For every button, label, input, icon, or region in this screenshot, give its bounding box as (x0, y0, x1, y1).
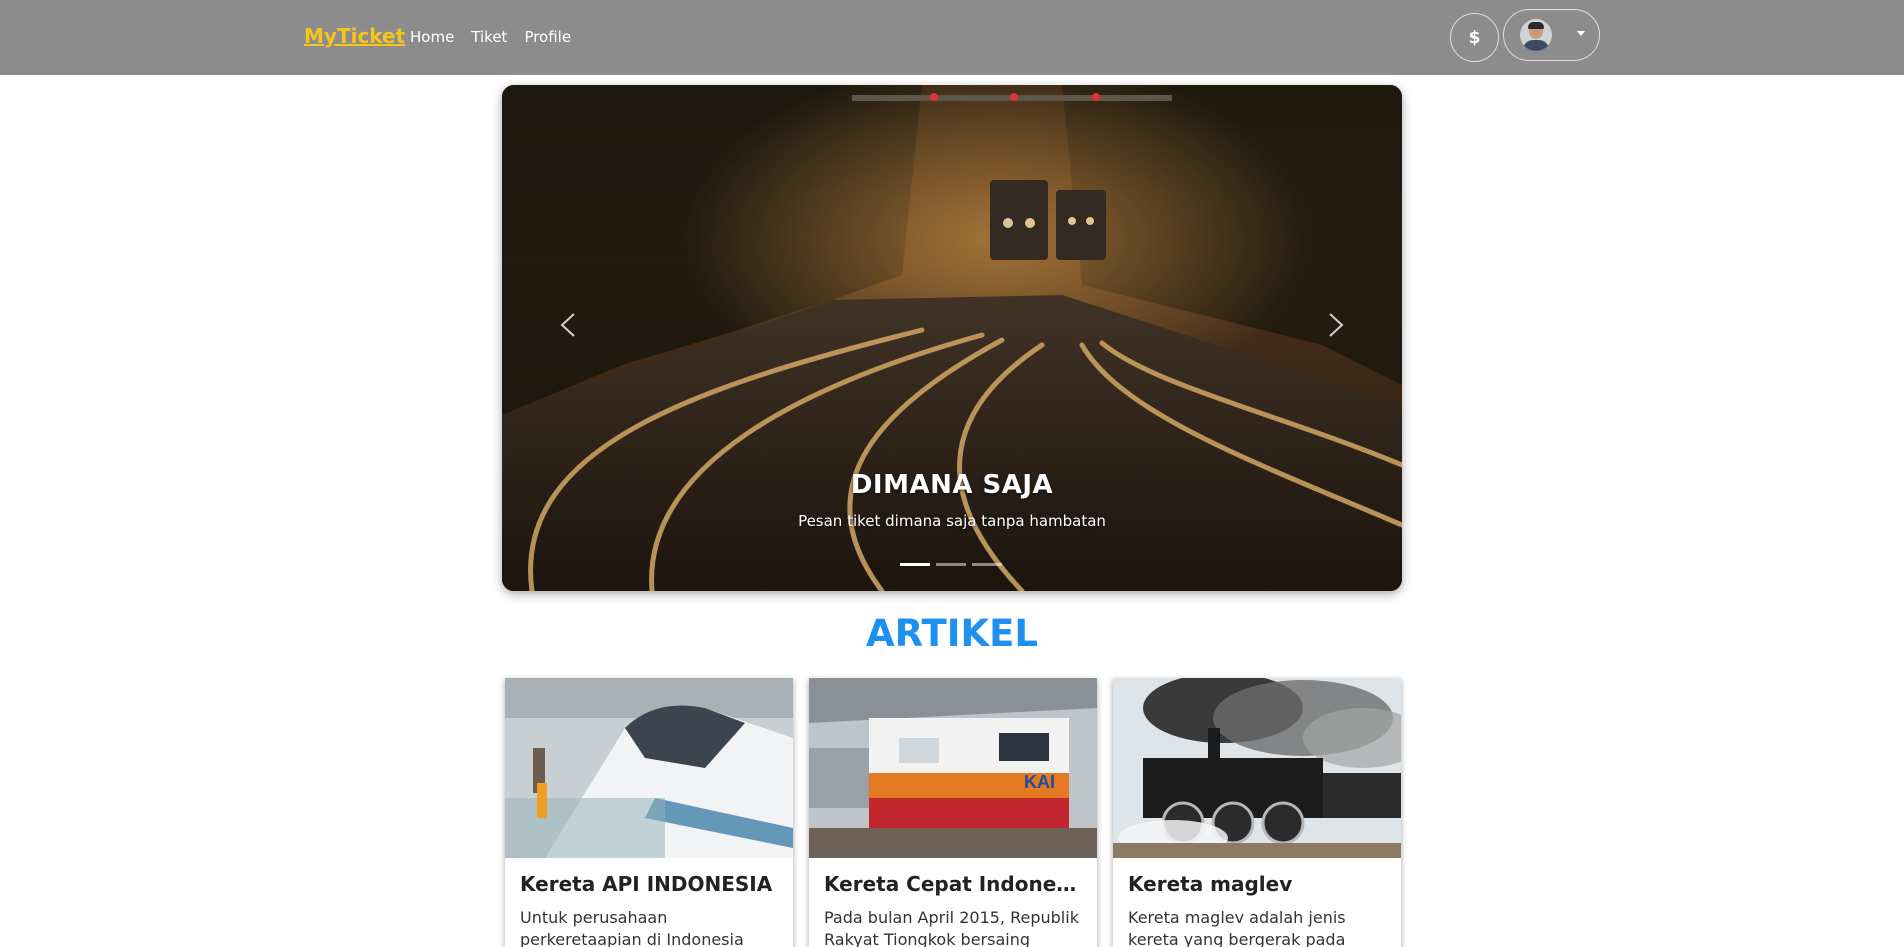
carousel-indicators (900, 563, 1002, 566)
brand-logo[interactable]: MyTicket (304, 24, 405, 48)
profile-dropdown-button[interactable] (1503, 9, 1600, 61)
nav-link-profile[interactable]: Profile (524, 28, 571, 46)
carousel-indicator-3[interactable] (972, 563, 1002, 566)
article-title: Kereta maglev (1128, 872, 1293, 896)
artikel-heading: ARTIKEL (866, 612, 1038, 655)
carousel-subtitle: Pesan tiket dimana saja tanpa hambatan (798, 512, 1106, 530)
user-avatar-icon (1520, 19, 1552, 51)
nav-link-home[interactable]: Home (410, 28, 454, 46)
carousel-indicator-2[interactable] (936, 563, 966, 566)
carousel-title: DIMANA SAJA (850, 470, 1054, 500)
svg-text:KAI: KAI (1024, 772, 1055, 792)
article-card[interactable]: Kereta API INDONESIA Untuk perusahaan pe… (505, 678, 793, 947)
chevron-left-icon (560, 313, 575, 337)
kai-locomotive-photo: KAI (809, 678, 1097, 858)
balance-button[interactable]: $ (1450, 13, 1499, 62)
hero-carousel: DIMANA SAJA Pesan tiket dimana saja tanp… (502, 85, 1402, 591)
article-card[interactable]: Kereta maglev Kereta maglev adalah jenis… (1113, 678, 1401, 947)
steam-locomotive-photo (1113, 678, 1401, 858)
carousel-indicator-1[interactable] (900, 563, 930, 566)
article-excerpt: Pada bulan April 2015, Republik Rakyat T… (824, 908, 1079, 947)
nav-links: Home Tiket Profile (410, 28, 571, 46)
caret-down-icon (1577, 31, 1585, 36)
carousel-caption: DIMANA SAJA Pesan tiket dimana saja tanp… (502, 470, 1402, 530)
dollar-icon: $ (1468, 27, 1481, 48)
article-excerpt: Kereta maglev adalah jenis kereta yang b… (1128, 908, 1346, 947)
carousel-prev-button[interactable] (544, 300, 594, 350)
article-title: Kereta Cepat Indonesia... (824, 872, 1086, 896)
chevron-right-icon (1329, 313, 1344, 337)
nav-link-tiket[interactable]: Tiket (471, 28, 507, 46)
article-excerpt: Untuk perusahaan perkeretaapian di Indon… (520, 908, 744, 947)
navbar: MyTicket Home Tiket Profile $ (0, 0, 1904, 75)
maglev-train-photo (505, 678, 793, 858)
article-title: Kereta API INDONESIA (520, 872, 773, 896)
article-card[interactable]: KAI Kereta Cepat Indonesia... Pada bulan… (809, 678, 1097, 947)
carousel-next-button[interactable] (1310, 300, 1360, 350)
